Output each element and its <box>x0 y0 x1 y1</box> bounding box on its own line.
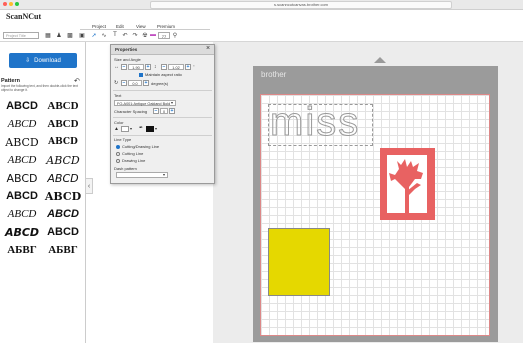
aspect-checkbox[interactable] <box>139 73 143 77</box>
radio-drawing[interactable] <box>116 159 120 163</box>
properties-title: Properties <box>115 47 138 52</box>
download-button[interactable]: ⇩ Download <box>9 53 77 68</box>
project-title-input[interactable]: Project Title <box>3 32 39 39</box>
undo-icon[interactable]: ↶ <box>121 31 129 39</box>
text-object[interactable]: miss <box>269 100 360 145</box>
font-sample[interactable]: ABCD <box>43 206 83 222</box>
font-sample[interactable]: ABCD <box>2 152 42 168</box>
font-sample[interactable]: ABCD <box>43 224 83 240</box>
width-icon: ↔ <box>114 64 119 70</box>
height-plus-button[interactable]: + <box>185 64 191 70</box>
line-option-label: Cutting Line <box>122 151 144 156</box>
zoom-icon[interactable]: ⚲ <box>171 31 179 39</box>
spacing-label: Character Spacing <box>114 109 148 114</box>
trash-icon[interactable]: ☢ <box>141 31 149 39</box>
image-icon[interactable]: ▣ <box>78 31 86 39</box>
properties-dialog: Properties × Size and Angle ↔ − 1.90 + ↕… <box>110 44 215 184</box>
font-sample[interactable]: ABCD <box>2 98 42 114</box>
font-sample[interactable]: ABCD <box>2 224 42 240</box>
dash-pattern-select[interactable] <box>116 172 168 178</box>
text-tool-icon[interactable]: T <box>111 31 119 39</box>
url-bar[interactable]: s.scanncutcanvas.brother.com <box>150 1 452 9</box>
width-plus-button[interactable]: + <box>145 64 151 70</box>
person-icon[interactable]: ♟ <box>55 31 63 39</box>
save-icon[interactable]: ▩ <box>66 31 74 39</box>
tree-icon <box>387 155 427 213</box>
line-color-swatch[interactable] <box>146 126 154 132</box>
line-option-label: Drawing Line <box>122 158 146 163</box>
maximize-window-button[interactable] <box>15 2 19 6</box>
font-sample[interactable]: АБВГ <box>2 242 42 258</box>
divider <box>113 135 212 136</box>
divider <box>113 90 212 91</box>
collapse-panel-button[interactable]: ‹ <box>85 178 93 194</box>
minimize-window-button[interactable] <box>9 2 13 6</box>
line-type-label: Line Type <box>114 137 132 142</box>
font-sample[interactable]: ABCD <box>2 116 42 132</box>
app-logo: ScanNCut <box>6 12 42 21</box>
chevron-down-icon: ▾ <box>130 126 133 131</box>
color-label: Color <box>114 120 124 125</box>
font-sample[interactable]: ABCD <box>2 188 42 204</box>
fill-icon: ▲ <box>114 126 119 132</box>
spacing-plus-button[interactable]: + <box>169 108 175 114</box>
fill-color-swatch[interactable] <box>121 126 129 132</box>
size-angle-label: Size and Angle <box>114 57 141 62</box>
font-sample[interactable]: ABCD <box>2 206 42 222</box>
color-swatch-icon[interactable]: ▬ <box>149 31 157 39</box>
chevron-down-icon: ▾ <box>163 172 166 177</box>
zoom-input[interactable]: 77 <box>158 32 170 39</box>
mat-tab-icon <box>374 57 386 63</box>
rotate-icon: ↻ <box>114 80 119 86</box>
angle-minus-button[interactable]: − <box>121 80 127 86</box>
chevron-down-icon: ▾ <box>171 100 174 105</box>
angle-unit: degree(s) <box>151 81 169 86</box>
new-project-icon[interactable]: ▦ <box>44 31 52 39</box>
divider <box>113 117 212 118</box>
mat-brand: brother <box>261 70 287 79</box>
font-select[interactable]: FO-A001:Antique Oakland Bold <box>114 100 176 106</box>
width-minus-button[interactable]: − <box>121 64 127 70</box>
spacing-minus-button[interactable]: − <box>153 108 159 114</box>
download-label: Download <box>34 57 61 64</box>
font-sample[interactable]: ABCD <box>43 98 83 114</box>
font-sample[interactable]: ABCD <box>43 188 83 204</box>
dash-label: Dash pattern <box>114 166 137 171</box>
browser-titlebar: s.scanncutcanvas.brother.com <box>0 0 523 10</box>
font-sample[interactable]: АБВГ <box>43 242 83 258</box>
font-sample[interactable]: ABCD <box>43 152 83 168</box>
properties-header[interactable]: Properties × <box>111 45 214 55</box>
redo-icon[interactable]: ↷ <box>131 31 139 39</box>
menu-divider <box>80 29 210 30</box>
download-icon: ⇩ <box>25 58 31 64</box>
width-field[interactable]: 1.90 <box>128 64 144 70</box>
yellow-square-shape[interactable] <box>268 228 330 296</box>
chevron-down-icon: ▾ <box>155 126 158 131</box>
aspect-label: Maintain aspect ratio <box>145 72 182 77</box>
radio-cutting[interactable] <box>116 152 120 156</box>
height-icon: ↕ <box>154 64 157 70</box>
font-sample[interactable]: ABCD <box>2 170 42 186</box>
text-label: Text <box>114 93 122 98</box>
close-window-button[interactable] <box>3 2 7 6</box>
radio-cutting-drawing[interactable] <box>116 145 120 149</box>
draw-line-icon[interactable]: ∿ <box>100 31 108 39</box>
unit-label: " <box>193 64 195 69</box>
angle-field[interactable]: 0.0 <box>128 80 142 86</box>
pen-icon: ✒ <box>139 125 144 131</box>
line-option-label: Cutting/Drawing Line <box>122 144 160 149</box>
height-minus-button[interactable]: − <box>161 64 167 70</box>
font-sample[interactable]: ABCD <box>43 134 83 150</box>
height-field[interactable]: 1.02 <box>168 64 184 70</box>
pattern-description: Import the following text, and then doub… <box>1 84 78 92</box>
font-sample[interactable]: ABCD <box>43 116 83 132</box>
font-sample[interactable]: ABCD <box>43 170 83 186</box>
close-icon[interactable]: × <box>206 45 210 52</box>
pointer-icon[interactable]: ➚ <box>90 31 98 39</box>
spacing-field[interactable]: 0 <box>160 108 168 114</box>
angle-plus-button[interactable]: + <box>143 80 149 86</box>
font-sample[interactable]: ABCD <box>2 134 42 150</box>
